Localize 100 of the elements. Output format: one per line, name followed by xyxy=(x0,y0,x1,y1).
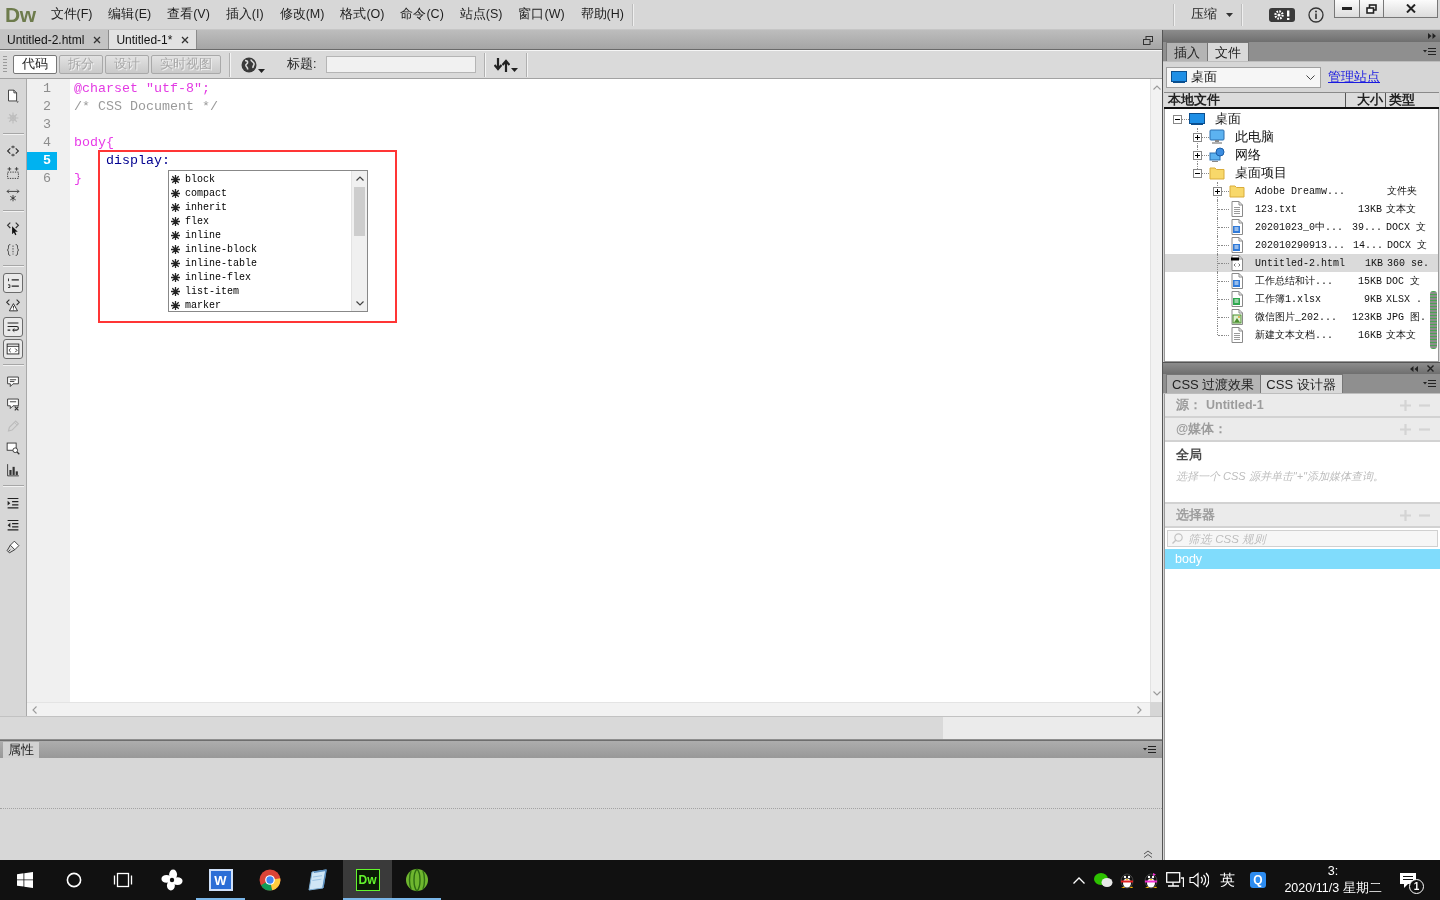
penguin-icon[interactable] xyxy=(1142,871,1160,889)
file-name: 工作簿1.xlsx xyxy=(1255,293,1322,306)
code-window-icon[interactable] xyxy=(3,339,23,359)
ime-indicator[interactable]: 英 xyxy=(1215,870,1239,890)
caret-down-icon[interactable] xyxy=(355,301,364,306)
file-row[interactable]: 123.txt 13KB 文本文 xyxy=(1165,200,1438,218)
panel-tab[interactable]: CSS 设计器 xyxy=(1260,374,1343,393)
menu-item[interactable]: 站点(S) xyxy=(451,2,511,27)
arrows-updown-icon xyxy=(494,57,511,72)
taskbar-button[interactable]: Dw xyxy=(343,860,392,900)
asterisk-icon xyxy=(171,230,180,240)
panel-menu-icon[interactable] xyxy=(1423,379,1436,388)
file-row[interactable]: 新建文本文档... 16KB 文本文 xyxy=(1165,326,1438,344)
double-caret-up-icon[interactable] xyxy=(1143,850,1153,858)
speaker-icon[interactable] xyxy=(1189,872,1209,888)
caret-up-icon[interactable] xyxy=(355,176,364,181)
close-button[interactable] xyxy=(1384,0,1438,18)
close-icon[interactable] xyxy=(181,35,190,44)
info-icon[interactable] xyxy=(1308,6,1324,23)
workspace-switcher[interactable]: 压缩 xyxy=(1191,6,1233,23)
chat-bubbles-icon[interactable] xyxy=(1093,872,1113,888)
plus-box-icon[interactable] xyxy=(1193,132,1202,142)
hint-item[interactable]: compact xyxy=(169,186,351,200)
scrollbar[interactable] xyxy=(1430,291,1437,349)
hint-item[interactable]: list-item xyxy=(169,284,351,298)
caret-down-icon[interactable] xyxy=(258,68,265,73)
close-icon[interactable] xyxy=(1427,365,1434,372)
caret-down-icon[interactable] xyxy=(1226,12,1233,17)
hint-item[interactable]: inline-block xyxy=(169,242,351,256)
double-chevron-icon[interactable] xyxy=(1410,365,1418,372)
file-row[interactable]: 此电脑 xyxy=(1165,128,1438,146)
numbered-lines-icon[interactable] xyxy=(3,273,23,293)
caret-down-icon[interactable] xyxy=(511,67,519,72)
file-type: DOC 文 xyxy=(1386,275,1421,288)
hint-item[interactable]: inline xyxy=(169,228,351,242)
minus-box-icon[interactable] xyxy=(1193,168,1202,178)
hint-item[interactable]: inline-flex xyxy=(169,270,351,284)
manage-sites-link[interactable]: 管理站点 xyxy=(1328,68,1380,86)
file-row[interactable]: Untitled-2.html 1KB 360 se. xyxy=(1165,254,1438,272)
double-chevron-icon[interactable] xyxy=(1428,33,1436,39)
penguin-icon[interactable] xyxy=(1118,871,1136,889)
column-header[interactable]: 大小 xyxy=(1345,93,1385,107)
panel-tab[interactable]: CSS 过渡效果 xyxy=(1166,374,1262,393)
document-tab[interactable]: Untitled-1* xyxy=(109,30,198,49)
column-header[interactable]: 本地文件 xyxy=(1166,93,1345,107)
file-row[interactable]: Adobe Dreamw... 文件夹 xyxy=(1165,182,1438,200)
monitor-icon[interactable] xyxy=(1166,872,1184,888)
menu-item[interactable]: 查看(V) xyxy=(159,2,218,27)
menu-item[interactable]: 窗口(W) xyxy=(510,2,573,27)
notification-badge: 1 xyxy=(1409,879,1424,894)
clock-time[interactable]: 3: xyxy=(1327,863,1339,880)
document-icon xyxy=(1229,237,1245,253)
file-row[interactable]: 网络 xyxy=(1165,146,1438,164)
hint-item[interactable]: marker xyxy=(169,298,351,312)
document-tab[interactable]: Untitled-2.html xyxy=(0,30,110,49)
menu-item[interactable]: 编辑(E) xyxy=(100,2,160,27)
plus-box-icon[interactable] xyxy=(1193,150,1202,160)
hint-item[interactable]: block xyxy=(169,172,351,186)
menu-item[interactable]: 命令(C) xyxy=(392,2,452,27)
gear-alert-icon[interactable] xyxy=(1269,7,1295,22)
view-button[interactable]: 代码 xyxy=(13,55,57,74)
hint-item[interactable]: inline-table xyxy=(169,256,351,270)
close-icon[interactable] xyxy=(93,35,102,44)
minimize-button[interactable] xyxy=(1334,0,1360,18)
plus-box-icon[interactable] xyxy=(1213,186,1222,196)
file-row[interactable]: 桌面项目 xyxy=(1165,164,1438,182)
panel-menu-icon[interactable] xyxy=(1143,746,1156,754)
panel-tab[interactable]: 属性 xyxy=(3,742,39,758)
preview-button[interactable] xyxy=(241,56,265,73)
file-row[interactable]: 微信图片_202... 123KB JPG 图. xyxy=(1165,308,1438,326)
file-row[interactable]: 桌面 xyxy=(1165,110,1438,128)
file-size: 14... xyxy=(1352,239,1383,251)
scrollbar[interactable] xyxy=(351,171,367,311)
file-row[interactable]: 工作簿1.xlsx 9KB XLSX . xyxy=(1165,290,1438,308)
menu-item[interactable]: 插入(I) xyxy=(217,2,272,27)
panel-tab[interactable]: 文件 xyxy=(1207,42,1249,61)
scrollbar-thumb[interactable] xyxy=(354,187,365,236)
minus-box-icon[interactable] xyxy=(1173,114,1182,124)
taskbar-button[interactable]: W xyxy=(196,860,245,900)
title-field[interactable] xyxy=(326,56,477,73)
panel-tab[interactable]: 插入 xyxy=(1166,42,1208,61)
file-row[interactable]: 工作总结和计... 15KB DOC 文 xyxy=(1165,272,1438,290)
menu-item[interactable]: 帮助(H) xyxy=(572,2,632,27)
restore-icon[interactable] xyxy=(1143,36,1153,45)
file-row[interactable]: 20201023_0中... 39... DOCX 文 xyxy=(1165,218,1438,236)
clock-date[interactable]: 2020/11/3 星期二 xyxy=(1284,880,1382,897)
media-item[interactable]: 全局 xyxy=(1176,446,1429,464)
file-type: JPG 图. xyxy=(1386,311,1427,324)
panel-menu-icon[interactable] xyxy=(1423,47,1436,56)
column-header[interactable]: 类型 xyxy=(1385,93,1429,107)
site-dropdown[interactable]: 桌面 xyxy=(1166,66,1321,88)
hint-item[interactable]: inherit xyxy=(169,200,351,214)
file-management-button[interactable] xyxy=(494,57,519,72)
hint-item[interactable]: flex xyxy=(169,214,351,228)
menu-item[interactable]: 格式(O) xyxy=(332,2,393,27)
wrap-lines-icon[interactable] xyxy=(3,317,23,337)
code-text: body{ xyxy=(74,135,114,150)
menu-item[interactable]: 文件(F) xyxy=(42,2,101,27)
menu-item[interactable]: 修改(M) xyxy=(271,2,333,27)
restore-button[interactable] xyxy=(1360,0,1384,18)
